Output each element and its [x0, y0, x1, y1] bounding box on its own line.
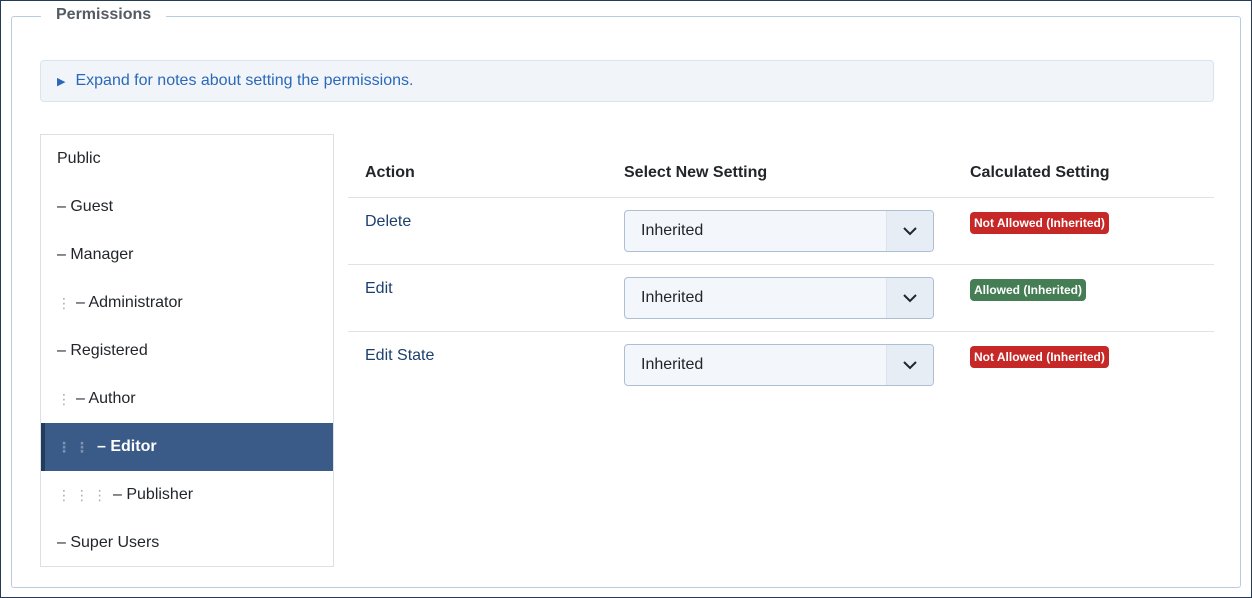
- select-value: Inherited: [641, 222, 704, 239]
- status-badge: Allowed (Inherited): [970, 279, 1086, 301]
- group-label: – Registered: [57, 342, 148, 359]
- vertical-dots-icon: ⋮ ⋮ ⋮: [57, 486, 107, 503]
- vertical-dots-icon: ⋮: [57, 390, 71, 407]
- user-group-list: Public – Guest – Manager ⋮ – Administrat…: [40, 134, 334, 567]
- setting-select-edit-state[interactable]: Inherited: [624, 344, 934, 386]
- group-item-publisher[interactable]: ⋮ ⋮ ⋮ – Publisher: [41, 471, 333, 519]
- chevron-down-icon: [886, 211, 933, 251]
- row-divider: [348, 197, 1214, 198]
- group-label: – Guest: [57, 198, 114, 215]
- group-item-public[interactable]: Public: [41, 135, 333, 183]
- column-header-select: Select New Setting: [624, 164, 768, 181]
- group-label: – Super Users: [57, 534, 160, 551]
- chevron-down-icon: [886, 278, 933, 318]
- status-badge: Not Allowed (Inherited): [970, 346, 1109, 368]
- group-item-administrator[interactable]: ⋮ – Administrator: [41, 279, 333, 327]
- action-label-edit: Edit: [365, 280, 393, 297]
- column-header-calculated: Calculated Setting: [970, 164, 1110, 181]
- setting-select-edit[interactable]: Inherited: [624, 277, 934, 319]
- row-divider: [348, 264, 1214, 265]
- row-divider: [348, 331, 1214, 332]
- notes-label: Expand for notes about setting the permi…: [75, 72, 414, 89]
- group-item-manager[interactable]: – Manager: [41, 231, 333, 279]
- group-label: – Administrator: [76, 294, 183, 311]
- permissions-notes-toggle[interactable]: ▶ Expand for notes about setting the per…: [40, 60, 1214, 102]
- group-label: – Editor: [97, 438, 157, 455]
- status-badge: Not Allowed (Inherited): [970, 212, 1109, 234]
- group-label: – Author: [76, 390, 136, 407]
- column-header-action: Action: [365, 164, 415, 181]
- group-item-editor[interactable]: ⋮ ⋮ – Editor: [41, 423, 333, 471]
- group-item-super-users[interactable]: – Super Users: [41, 519, 333, 567]
- group-item-author[interactable]: ⋮ – Author: [41, 375, 333, 423]
- group-label: Public: [57, 150, 101, 167]
- select-value: Inherited: [641, 289, 704, 306]
- vertical-dots-icon: ⋮ ⋮: [57, 438, 89, 455]
- group-label: – Publisher: [113, 486, 194, 503]
- permissions-legend: Permissions: [41, 6, 167, 24]
- group-item-registered[interactable]: – Registered: [41, 327, 333, 375]
- triangle-right-icon: ▶: [57, 75, 66, 88]
- vertical-dots-icon: ⋮: [57, 294, 71, 311]
- chevron-down-icon: [886, 345, 933, 385]
- select-value: Inherited: [641, 356, 704, 373]
- setting-select-delete[interactable]: Inherited: [624, 210, 934, 252]
- group-item-guest[interactable]: – Guest: [41, 183, 333, 231]
- action-label-edit-state: Edit State: [365, 347, 435, 364]
- group-label: – Manager: [57, 246, 134, 263]
- action-label-delete: Delete: [365, 213, 412, 230]
